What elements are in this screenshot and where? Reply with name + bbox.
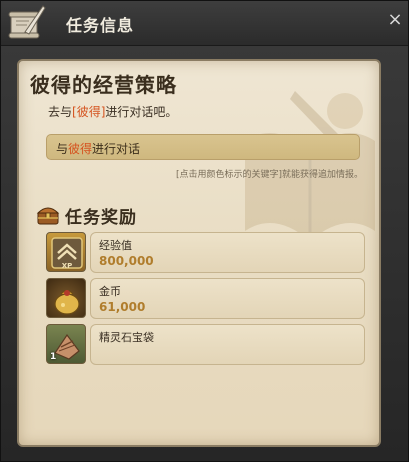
close-button[interactable]: ×	[386, 11, 404, 29]
xp-icon[interactable]: XP	[46, 232, 86, 272]
item-count: 1	[50, 352, 57, 362]
reward-header: 任务奖励	[35, 201, 235, 229]
gold-bag-icon[interactable]	[46, 278, 86, 318]
reward-name: 经验值	[99, 239, 132, 252]
scroll-quill-icon	[8, 5, 46, 39]
objective-text: 与彼得进行对话	[56, 140, 140, 157]
reward-amount: 800,000	[99, 254, 154, 268]
reward-row-gold[interactable]: 金币 61,000	[46, 278, 368, 320]
quest-desc-prefix: 去与	[48, 105, 73, 119]
title-bar[interactable]: 任务信息 ×	[1, 1, 408, 46]
quest-description: 去与[彼得]进行对话吧。	[48, 103, 177, 120]
keyword-link-peter[interactable]: [彼得]	[72, 105, 105, 119]
reward-row-xp[interactable]: XP 经验值 800,000	[46, 232, 368, 274]
book-map-watermark-icon	[245, 91, 375, 241]
objective-suffix: 进行对话	[92, 142, 141, 156]
reward-box-gold: 金币 61,000	[90, 278, 365, 319]
reward-name: 金币	[99, 285, 121, 298]
reward-box-xp: 经验值 800,000	[90, 232, 365, 273]
quest-objective[interactable]: 与彼得进行对话	[46, 134, 360, 160]
treasure-chest-icon	[36, 207, 60, 225]
reward-row-spirit-stone-bag[interactable]: 1 精灵石宝袋	[46, 324, 368, 366]
reward-title: 任务奖励	[65, 208, 137, 228]
reward-name: 精灵石宝袋	[99, 331, 154, 344]
svg-text:XP: XP	[62, 262, 73, 270]
objective-prefix: 与	[56, 142, 69, 156]
quest-info-window: 任务信息 × 彼得的经营策略 去与[彼得]进行对话吧。 与彼得进行对话 [点击用…	[0, 0, 409, 462]
window-title: 任务信息	[66, 16, 135, 35]
reward-box-spirit-stone-bag: 精灵石宝袋	[90, 324, 365, 365]
spirit-stone-bag-icon[interactable]: 1	[46, 324, 86, 364]
quest-title: 彼得的经营策略	[30, 73, 177, 97]
quest-panel: 彼得的经营策略 去与[彼得]进行对话吧。 与彼得进行对话 [点击用颜色标示的关键…	[17, 59, 381, 447]
objective-keyword-peter[interactable]: 彼得	[68, 142, 92, 156]
quest-desc-suffix: 进行对话吧。	[105, 105, 178, 119]
reward-amount: 61,000	[99, 300, 146, 314]
keyword-hint: [点击用颜色标示的关键字]就能获得追加情报。	[175, 170, 363, 180]
